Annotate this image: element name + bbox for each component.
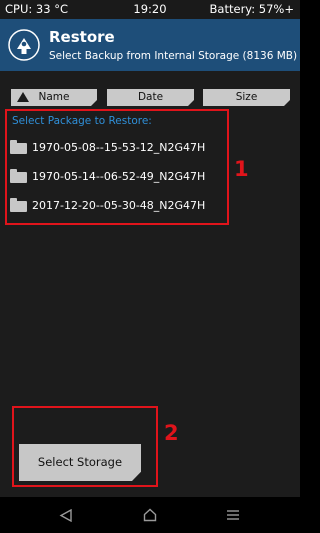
menu-icon[interactable] — [227, 509, 239, 521]
home-icon[interactable] — [143, 508, 157, 522]
sort-by-date-button[interactable]: Date — [107, 89, 194, 106]
annotation-number-2: 2 — [164, 421, 179, 445]
page-title: Restore — [49, 28, 115, 46]
back-icon[interactable] — [59, 509, 73, 522]
twrp-icon — [8, 29, 40, 61]
sort-size-label: Size — [235, 91, 258, 103]
header: Restore Select Backup from Internal Stor… — [0, 19, 300, 71]
annotation-number-1: 1 — [234, 157, 249, 181]
sort-name-label: Name — [38, 91, 70, 103]
navigation-bar — [0, 497, 300, 533]
annotation-box-2 — [12, 406, 158, 487]
page-subtitle: Select Backup from Internal Storage (813… — [49, 50, 298, 62]
sort-by-name-button[interactable]: Name — [11, 89, 97, 106]
sort-by-size-button[interactable]: Size — [203, 89, 290, 106]
sort-date-label: Date — [137, 91, 164, 103]
annotation-box-1 — [5, 109, 229, 225]
sort-ascending-icon — [17, 92, 29, 102]
battery-status: Battery: 57%+ — [209, 2, 294, 16]
status-bar: CPU: 33 °C 19:20 Battery: 57%+ — [0, 0, 300, 19]
screen: CPU: 33 °C 19:20 Battery: 57%+ Restore S… — [0, 0, 300, 533]
